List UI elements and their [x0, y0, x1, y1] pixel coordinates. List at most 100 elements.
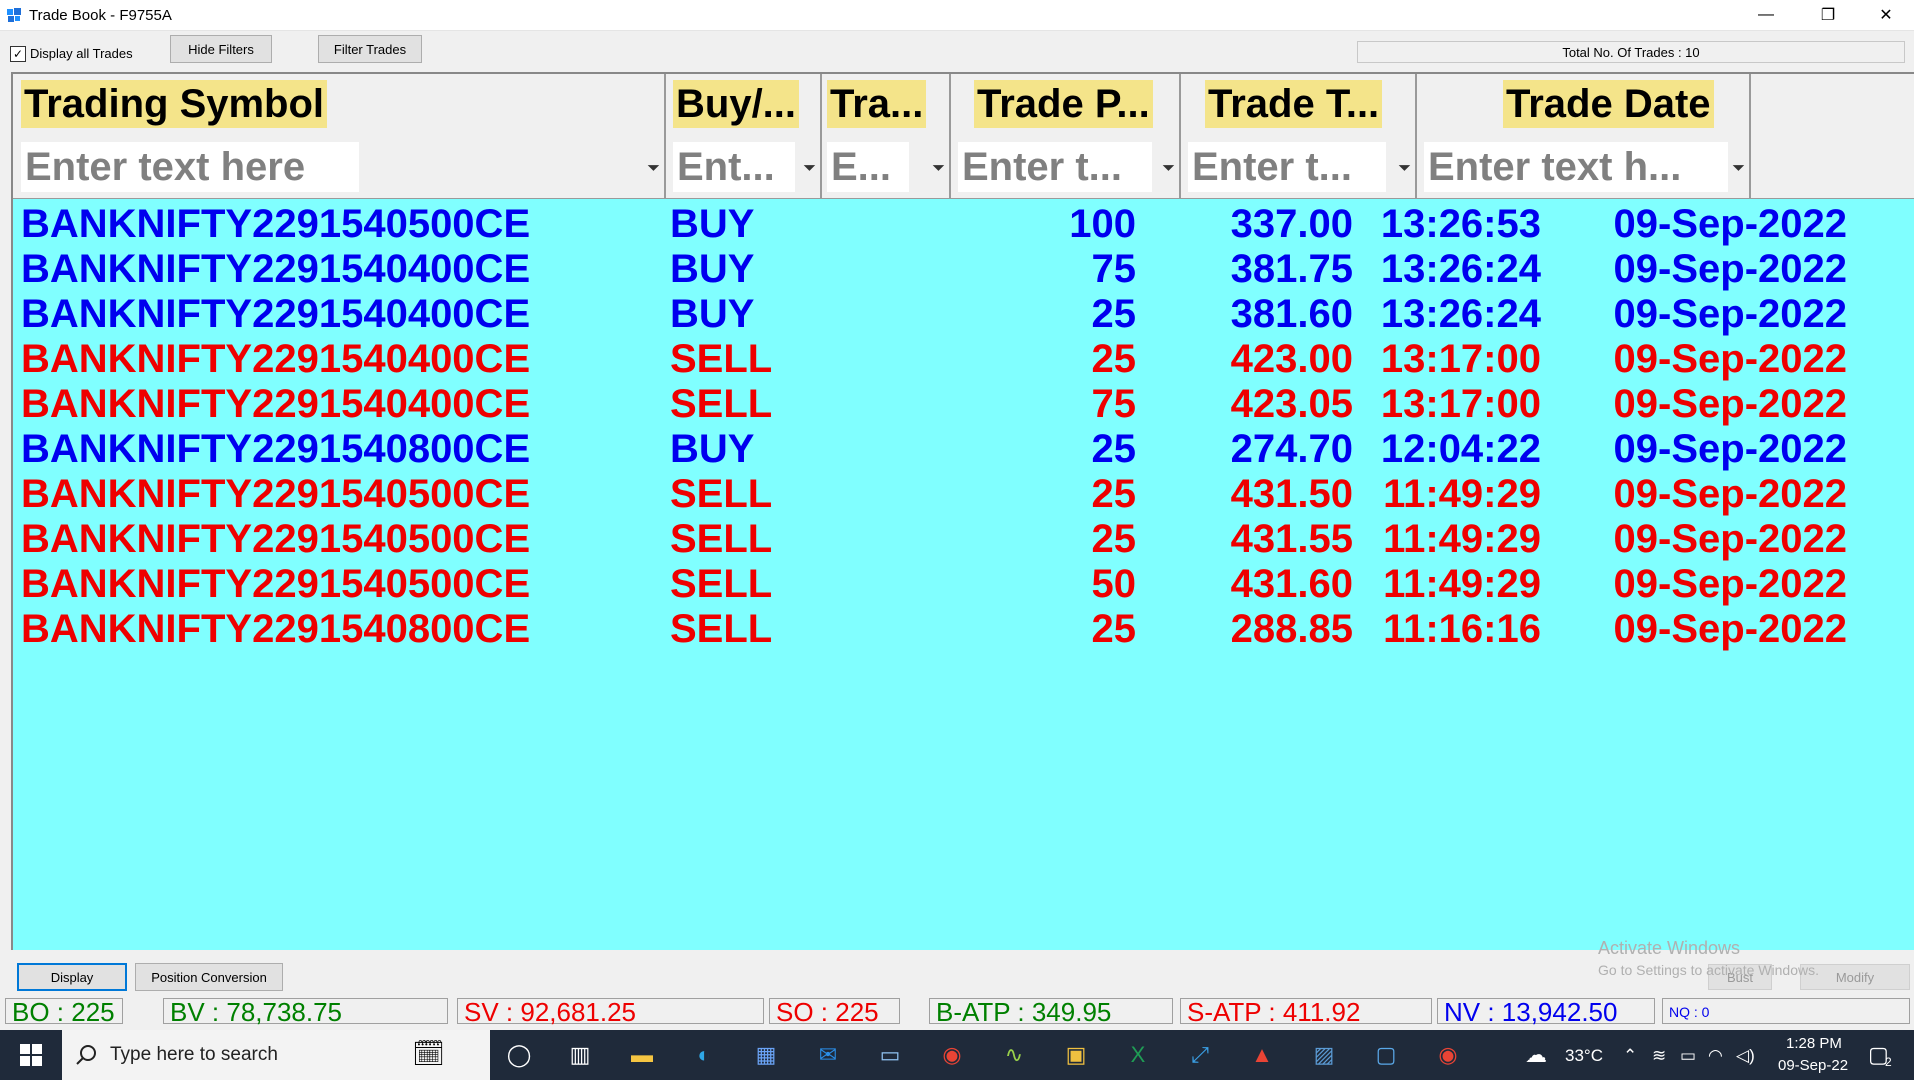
cell-date: 09-Sep-2022: [1613, 427, 1847, 471]
wifi-icon[interactable]: ◠: [1708, 1046, 1723, 1066]
window-title: Trade Book - F9755A: [29, 7, 172, 24]
table-row[interactable]: BANKNIFTY2291540400CE SELL 75 423.05 13:17:0…: [13, 382, 1893, 427]
cell-symbol: BANKNIFTY2291540500CE: [21, 202, 531, 246]
filter-buy-sell[interactable]: Ent... ⏷: [666, 136, 822, 198]
filter-trade-time[interactable]: Enter t... ⏷: [1181, 136, 1417, 198]
filter-icon[interactable]: ⏷: [647, 160, 660, 178]
app-icon-window[interactable]: ▣: [1061, 1040, 1091, 1070]
volume-icon[interactable]: ◁): [1736, 1046, 1755, 1066]
column-header-buy-sell[interactable]: Buy/...: [666, 74, 822, 136]
filter-input[interactable]: Enter text h...: [1424, 142, 1728, 192]
snip-icon[interactable]: ⤢: [1185, 1040, 1215, 1070]
filter-trade-date[interactable]: Enter text h... ⏷: [1417, 136, 1751, 198]
minimize-button[interactable]: —: [1738, 0, 1794, 30]
app-icon-desktop[interactable]: ▭: [875, 1040, 905, 1070]
column-header-trading-symbol[interactable]: Trading Symbol: [13, 74, 666, 136]
clock-date[interactable]: 09-Sep-22: [1778, 1057, 1848, 1074]
cell-side: BUY: [670, 427, 755, 471]
cell-date: 09-Sep-2022: [1613, 607, 1847, 651]
cell-time: 11:49:29: [1383, 517, 1541, 561]
taskbar-search[interactable]: Type here to search 🗓: [62, 1030, 490, 1080]
clock-time[interactable]: 1:28 PM: [1786, 1035, 1842, 1052]
table-row[interactable]: BANKNIFTY2291540800CE SELL 25 288.85 11:16:1…: [13, 607, 1893, 652]
column-header-trade-date[interactable]: Trade Date: [1417, 74, 1751, 136]
filter-icon[interactable]: ⏷: [932, 160, 945, 178]
search-placeholder: Type here to search: [110, 1044, 278, 1065]
cell-qty: 100: [1069, 202, 1136, 246]
cell-qty: 75: [1091, 382, 1137, 426]
cell-symbol: BANKNIFTY2291540500CE: [21, 562, 531, 606]
table-row[interactable]: BANKNIFTY2291540500CE BUY 100 337.00 13:26:5…: [13, 202, 1893, 247]
windows-start-icon[interactable]: [16, 1040, 46, 1070]
position-conversion-button[interactable]: Position Conversion: [135, 963, 283, 991]
chrome-icon[interactable]: ◉: [937, 1040, 967, 1070]
status-so: SO : 225: [769, 998, 900, 1025]
chrome-profile-icon[interactable]: ◉: [1433, 1040, 1463, 1070]
display-all-checkbox[interactable]: ✓: [10, 46, 26, 62]
battery-icon[interactable]: ▭: [1680, 1046, 1696, 1066]
cell-qty: 75: [1091, 247, 1137, 291]
cell-date: 09-Sep-2022: [1613, 247, 1847, 291]
cell-side: SELL: [670, 562, 773, 606]
column-header-trade-qty[interactable]: Tra...: [822, 74, 951, 136]
filter-input[interactable]: Ent...: [673, 142, 795, 192]
network-icon[interactable]: ≋: [1652, 1046, 1666, 1066]
filter-input[interactable]: Enter t...: [1188, 142, 1386, 192]
cell-symbol: BANKNIFTY2291540400CE: [21, 337, 531, 381]
header-label: Buy/...: [673, 80, 800, 128]
file-explorer-icon[interactable]: ▬: [627, 1040, 657, 1070]
filter-icon[interactable]: ⏷: [803, 160, 816, 178]
filter-input[interactable]: Enter text here: [21, 142, 359, 192]
cell-qty: 50: [1091, 562, 1137, 606]
app-icon-blue[interactable]: ▢: [1371, 1040, 1401, 1070]
filter-input[interactable]: Enter t...: [958, 142, 1152, 192]
photos-icon[interactable]: ▨: [1309, 1040, 1339, 1070]
filter-input[interactable]: E...: [827, 142, 909, 192]
cell-time: 12:04:22: [1380, 427, 1541, 471]
cell-price: 423.00: [1230, 337, 1353, 381]
task-view-icon[interactable]: ▥: [565, 1040, 595, 1070]
filter-trade-qty[interactable]: E... ⏷: [822, 136, 951, 198]
cortana-icon[interactable]: ◯: [504, 1040, 534, 1070]
table-row[interactable]: BANKNIFTY2291540500CE SELL 25 431.50 11:49:2…: [13, 472, 1893, 517]
excel-icon[interactable]: X: [1123, 1040, 1153, 1070]
cell-price: 423.05: [1230, 382, 1353, 426]
cell-time: 13:17:00: [1380, 382, 1541, 426]
trading-app-icon[interactable]: ∿: [999, 1040, 1029, 1070]
filter-icon[interactable]: ⏷: [1732, 160, 1745, 178]
restore-button[interactable]: ❐: [1800, 0, 1856, 30]
column-header-trade-time[interactable]: Trade T...: [1181, 74, 1417, 136]
chevron-up-icon[interactable]: ⌃: [1623, 1046, 1637, 1066]
edge-icon[interactable]: ◐: [689, 1040, 719, 1070]
filter-trading-symbol[interactable]: Enter text here ⏷: [13, 136, 666, 198]
cell-side: SELL: [670, 382, 773, 426]
cell-side: BUY: [670, 202, 755, 246]
table-row[interactable]: BANKNIFTY2291540400CE SELL 25 423.00 13:17:0…: [13, 337, 1893, 382]
table-row[interactable]: BANKNIFTY2291540800CE BUY 25 274.70 12:04:22…: [13, 427, 1893, 472]
cell-qty: 25: [1091, 472, 1137, 516]
status-b-atp: B-ATP : 349.95: [929, 998, 1173, 1025]
filter-trade-price[interactable]: Enter t... ⏷: [951, 136, 1181, 198]
cell-time: 13:26:24: [1380, 247, 1541, 291]
table-row[interactable]: BANKNIFTY2291540500CE SELL 25 431.55 11:49:2…: [13, 517, 1893, 562]
table-row[interactable]: BANKNIFTY2291540400CE BUY 25 381.60 13:26:24…: [13, 292, 1893, 337]
filter-icon[interactable]: ⏷: [1398, 160, 1411, 178]
display-all-label: Display all Trades: [30, 46, 133, 61]
total-trades-count: Total No. Of Trades : 10: [1357, 41, 1905, 63]
filter-trades-button[interactable]: Filter Trades: [318, 35, 422, 63]
store-icon[interactable]: ▦: [751, 1040, 781, 1070]
header-label: Trade T...: [1205, 80, 1383, 128]
close-button[interactable]: ✕: [1858, 0, 1914, 30]
cell-date: 09-Sep-2022: [1613, 292, 1847, 336]
table-row[interactable]: BANKNIFTY2291540400CE BUY 75 381.75 13:26:24…: [13, 247, 1893, 292]
table-row[interactable]: BANKNIFTY2291540500CE SELL 50 431.60 11:49:2…: [13, 562, 1893, 607]
hide-filters-button[interactable]: Hide Filters: [170, 35, 272, 63]
weather-icon[interactable]: ☁: [1525, 1042, 1547, 1068]
status-bo: BO : 225: [5, 998, 123, 1025]
mail-icon[interactable]: ✉: [813, 1040, 843, 1070]
cell-date: 09-Sep-2022: [1613, 202, 1847, 246]
filter-icon[interactable]: ⏷: [1162, 160, 1175, 178]
column-header-trade-price[interactable]: Trade P...: [951, 74, 1181, 136]
app-icon-triangle[interactable]: ▲: [1247, 1040, 1277, 1070]
display-button[interactable]: Display: [17, 963, 127, 991]
